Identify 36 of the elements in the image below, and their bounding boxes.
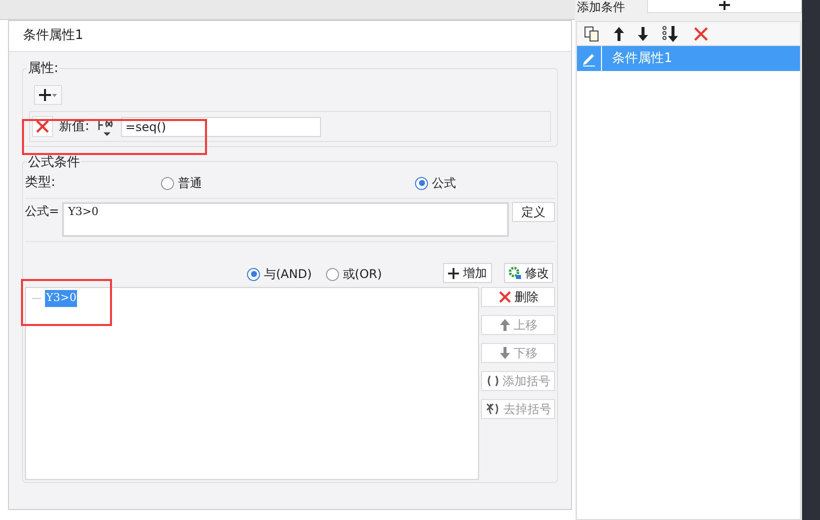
- arrow-up-icon: [498, 318, 510, 332]
- radio-button[interactable]: [415, 176, 428, 190]
- type-label: 类型:: [25, 174, 56, 192]
- parentheses-icon: [486, 375, 500, 387]
- close-icon[interactable]: [694, 26, 708, 40]
- close-icon: [498, 290, 512, 304]
- radio-label: 公式: [432, 175, 456, 192]
- delete-button[interactable]: [32, 116, 53, 137]
- radio-label: 或(OR): [342, 266, 382, 283]
- arrow-up-icon[interactable]: [614, 26, 624, 40]
- arrow-down-icon[interactable]: [638, 26, 648, 40]
- gear-icon: [508, 266, 522, 280]
- define-button[interactable]: 定义: [512, 202, 555, 222]
- radio-button[interactable]: [247, 268, 260, 280]
- plus-icon: [448, 268, 459, 278]
- caret-icon: [52, 94, 57, 96]
- add-condition-label: 添加条件: [577, 0, 626, 14]
- arrow-down-icon: [498, 346, 510, 360]
- copy-icon[interactable]: [584, 26, 600, 42]
- radio-button[interactable]: [326, 268, 339, 280]
- parentheses-remove-icon: [484, 402, 500, 416]
- radio-label: 与(AND): [264, 266, 312, 283]
- close-icon: [36, 120, 49, 133]
- plus-icon: [39, 89, 51, 101]
- dialog-title: 条件属性1: [23, 27, 84, 46]
- add-dropdown-button[interactable]: [34, 85, 62, 105]
- add-button[interactable]: 增加: [443, 263, 492, 283]
- delete-button[interactable]: 删除: [481, 287, 555, 307]
- radio-button[interactable]: [161, 176, 174, 190]
- formula-label: 公式=: [25, 203, 60, 220]
- value-field[interactable]: =seq(): [121, 116, 322, 136]
- plus-icon: [719, 1, 730, 11]
- formula-field[interactable]: Y3>0: [62, 202, 509, 237]
- modify-button[interactable]: 修改: [504, 263, 553, 283]
- move-bottom-icon[interactable]: [662, 26, 680, 42]
- radio-label: 普通: [178, 175, 202, 192]
